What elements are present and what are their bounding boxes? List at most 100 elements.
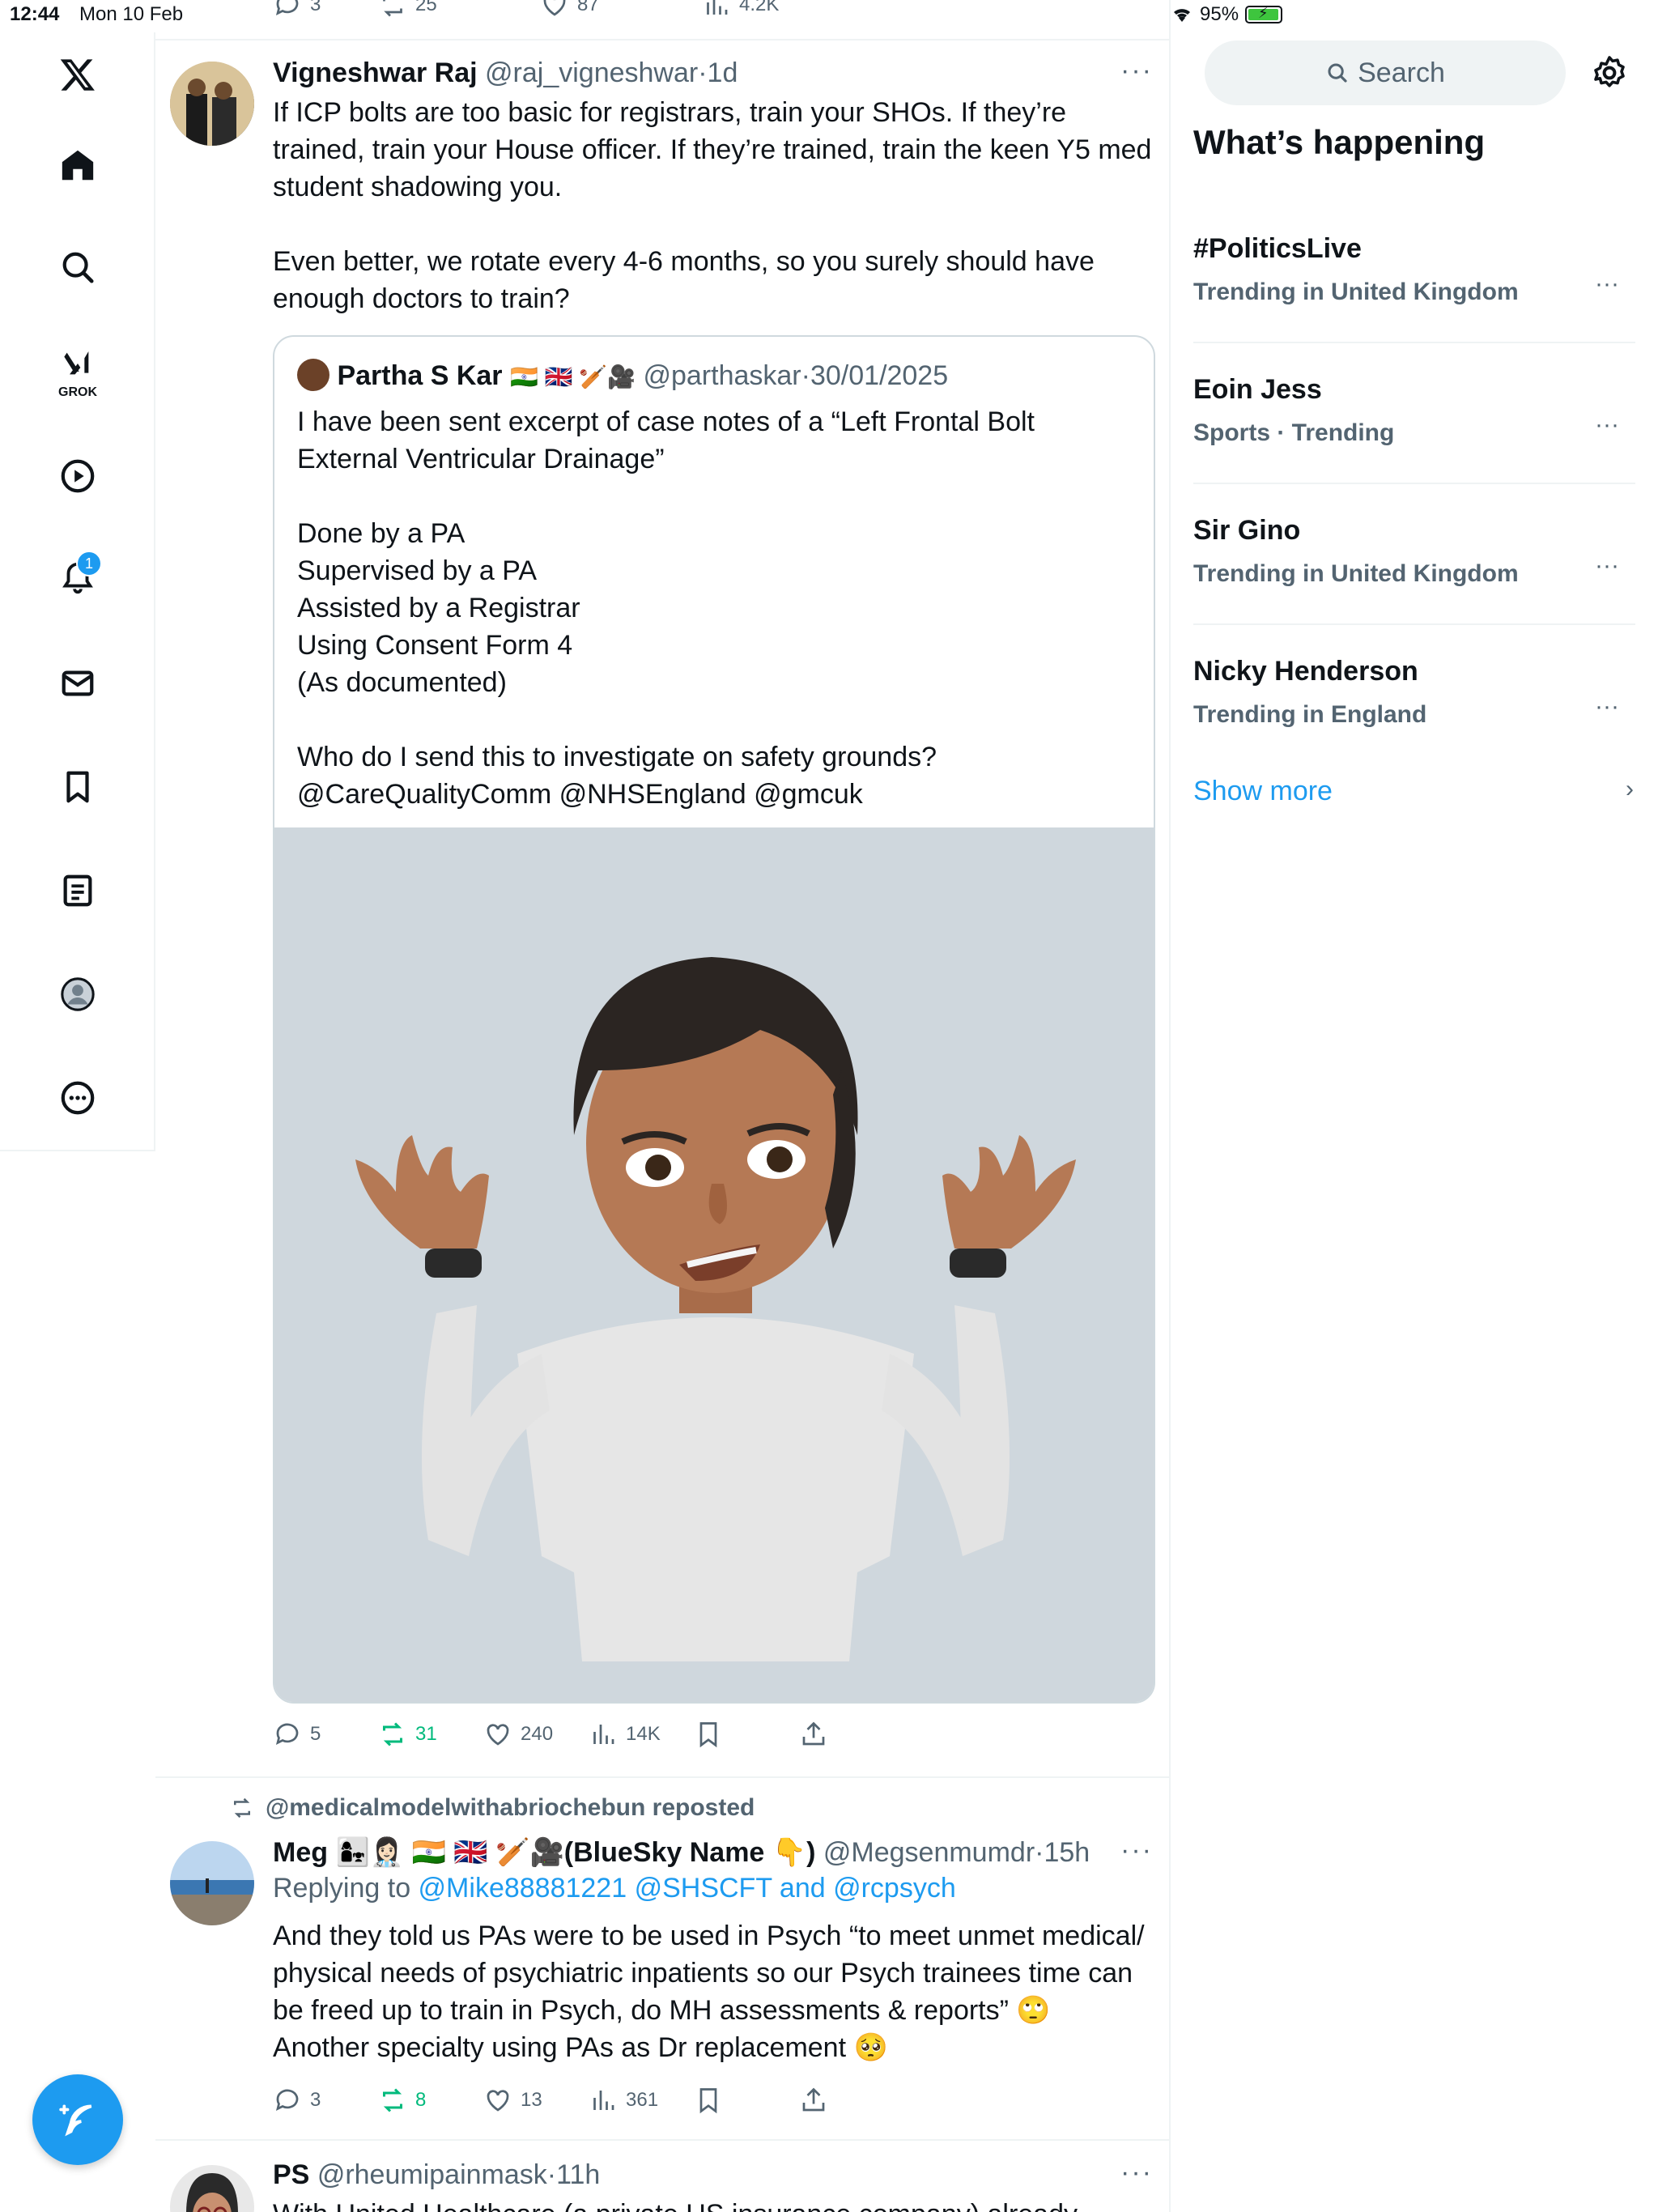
quote-header: Partha S Kar 🇮🇳 🇬🇧 🏏🎥 @parthaskar·30/01/… — [274, 337, 1154, 395]
quote-date[interactable]: 30/01/2025 — [810, 360, 948, 391]
quote-avatar[interactable] — [297, 359, 329, 391]
like-button[interactable]: 87 — [540, 0, 702, 19]
trend-item[interactable]: Sir Gino Trending in United Kingdom ··· — [1193, 484, 1635, 625]
notifications-bell-icon[interactable]: 1 — [45, 546, 110, 610]
like-button[interactable]: 13 — [483, 2086, 589, 2115]
battery-percent: 95% — [1200, 3, 1239, 25]
post-text: With United Healthcare (a private US ins… — [273, 2196, 1153, 2212]
post-ps[interactable]: PS @rheumipainmask·11h With United Healt… — [155, 2141, 1169, 2212]
heart-icon — [543, 0, 566, 16]
trend-name: Nicky Henderson — [1193, 656, 1418, 687]
bookmark-button[interactable] — [694, 1720, 799, 1749]
avatar[interactable] — [170, 62, 254, 146]
trend-context: Trending in England — [1193, 701, 1427, 728]
post-header: PS @rheumipainmask·11h — [273, 2159, 601, 2190]
shrug-memoji-illustration — [274, 827, 1154, 1702]
reply-icon — [275, 2089, 299, 2112]
like-button[interactable]: 240 — [483, 1720, 589, 1749]
reply-button[interactable]: 3 — [273, 2086, 378, 2115]
repost-button[interactable]: 25 — [378, 0, 540, 19]
post-actions: 5 31 240 14K — [273, 1720, 904, 1749]
home-icon[interactable] — [45, 133, 110, 198]
display-name[interactable]: Meg 👩‍👧👩🏻‍⚕️ 🇮🇳 🇬🇧 🏏🎥(BlueSky Name 👇) — [273, 1837, 815, 1868]
views-button[interactable]: 14K — [589, 1720, 694, 1749]
quoted-post[interactable]: Partha S Kar 🇮🇳 🇬🇧 🏏🎥 @parthaskar·30/01/… — [273, 335, 1155, 1704]
search-icon — [1328, 63, 1347, 83]
quote-media-image[interactable] — [274, 827, 1154, 1702]
more-dots-icon[interactable]: ··· — [1120, 2157, 1153, 2189]
repost-icon — [383, 2088, 402, 2112]
post-header: Vigneshwar Raj @raj_vigneshwar·1d — [273, 57, 738, 88]
views-button[interactable]: 361 — [589, 2086, 694, 2115]
post-vigneshwar[interactable]: Vigneshwar Raj @raj_vigneshwar·1d If ICP… — [155, 39, 1169, 1778]
reply-button[interactable]: 3 — [273, 0, 378, 19]
views-button[interactable]: 4.2K — [702, 0, 864, 19]
timeline-feed: 3 25 87 4.2K Vigneshwar Raj @raj_vignesh… — [155, 0, 1171, 2212]
post-time[interactable]: 11h — [556, 2159, 600, 2190]
status-right: 95% ⚡ — [1171, 3, 1658, 26]
trend-item[interactable]: Eoin Jess Sports · Trending ··· — [1193, 343, 1635, 484]
grok-label: GROK — [58, 385, 97, 399]
more-dots-icon[interactable]: ··· — [1595, 693, 1619, 721]
handle[interactable]: @raj_vigneshwar — [485, 57, 698, 88]
post-text: If ICP bolts are too basic for registrar… — [273, 97, 1152, 314]
display-name[interactable]: Vigneshwar Raj — [273, 57, 478, 88]
compose-feather-icon — [59, 2104, 92, 2137]
quote-handle[interactable]: @parthaskar — [643, 360, 801, 391]
quote-display-name[interactable]: Partha S Kar — [337, 360, 502, 391]
more-dots-icon[interactable]: ··· — [1595, 270, 1619, 298]
post-actions: 3 8 13 361 — [273, 2086, 904, 2115]
post-time[interactable]: 15h — [1044, 1837, 1090, 1868]
repost-button[interactable]: 31 — [378, 1720, 483, 1749]
handle[interactable]: @rheumipainmask — [317, 2159, 547, 2190]
more-dots-icon[interactable]: ··· — [1120, 55, 1153, 87]
status-time: 12:44 — [10, 3, 60, 25]
repost-context: @medicalmodelwithabriochebun reposted — [230, 1794, 755, 1822]
avatar[interactable] — [170, 2165, 254, 2212]
trend-name: Eoin Jess — [1193, 374, 1322, 405]
display-name[interactable]: PS — [273, 2159, 309, 2190]
video-icon[interactable] — [45, 444, 110, 508]
bookmark-button[interactable] — [694, 2086, 799, 2115]
reply-button[interactable]: 5 — [273, 1720, 378, 1749]
share-button[interactable] — [799, 2086, 904, 2115]
views-icon — [593, 2091, 614, 2110]
more-dots-icon[interactable]: ··· — [1120, 1835, 1153, 1866]
share-icon — [802, 1721, 825, 1746]
repost-icon — [383, 1722, 402, 1746]
more-options-icon[interactable] — [45, 1066, 110, 1130]
trend-item[interactable]: #PoliticsLive Trending in United Kingdom… — [1193, 202, 1635, 343]
views-icon — [707, 0, 728, 15]
views-icon — [593, 1725, 614, 1744]
reply-icon — [275, 0, 299, 16]
show-more-link[interactable]: Show more — [1193, 776, 1333, 807]
share-icon — [802, 2087, 825, 2112]
repost-button[interactable]: 8 — [378, 2086, 483, 2115]
post-text: And they told us PAs were to be used in … — [273, 1921, 1145, 2063]
avatar[interactable] — [170, 1841, 254, 1925]
trend-name: Sir Gino — [1193, 515, 1301, 546]
profile-avatar-icon[interactable] — [45, 962, 110, 1027]
lists-icon[interactable] — [45, 858, 110, 923]
compose-post-button[interactable] — [32, 2074, 123, 2165]
replying-to-links[interactable]: @Mike88881221 @SHSCFT and @rcpsych — [419, 1873, 956, 1904]
left-nav: GROK 1 — [0, 32, 155, 1151]
handle[interactable]: @Megsenmumdr — [823, 1837, 1035, 1868]
post-meg[interactable]: @medicalmodelwithabriochebun reposted Me… — [155, 1778, 1169, 2141]
bookmark-icon — [699, 1722, 717, 1748]
search-input[interactable]: Search — [1205, 40, 1566, 105]
more-dots-icon[interactable]: ··· — [1595, 552, 1619, 580]
x-logo-icon[interactable] — [45, 42, 110, 107]
messages-envelope-icon[interactable] — [45, 651, 110, 716]
more-dots-icon[interactable]: ··· — [1595, 411, 1619, 439]
explore-search-icon[interactable] — [45, 235, 110, 300]
post-header: Meg 👩‍👧👩🏻‍⚕️ 🇮🇳 🇬🇧 🏏🎥(BlueSky Name 👇) @M… — [273, 1837, 1090, 1868]
grok-icon[interactable]: GROK — [45, 337, 110, 402]
share-button[interactable] — [799, 1720, 904, 1749]
bookmarks-icon[interactable] — [45, 755, 110, 819]
chevron-right-icon: › — [1626, 776, 1634, 802]
settings-gear-icon[interactable] — [1590, 53, 1629, 92]
trend-item[interactable]: Nicky Henderson Trending in England ··· — [1193, 625, 1635, 766]
battery-icon: ⚡ — [1245, 5, 1283, 23]
post-time[interactable]: 1d — [708, 57, 738, 88]
